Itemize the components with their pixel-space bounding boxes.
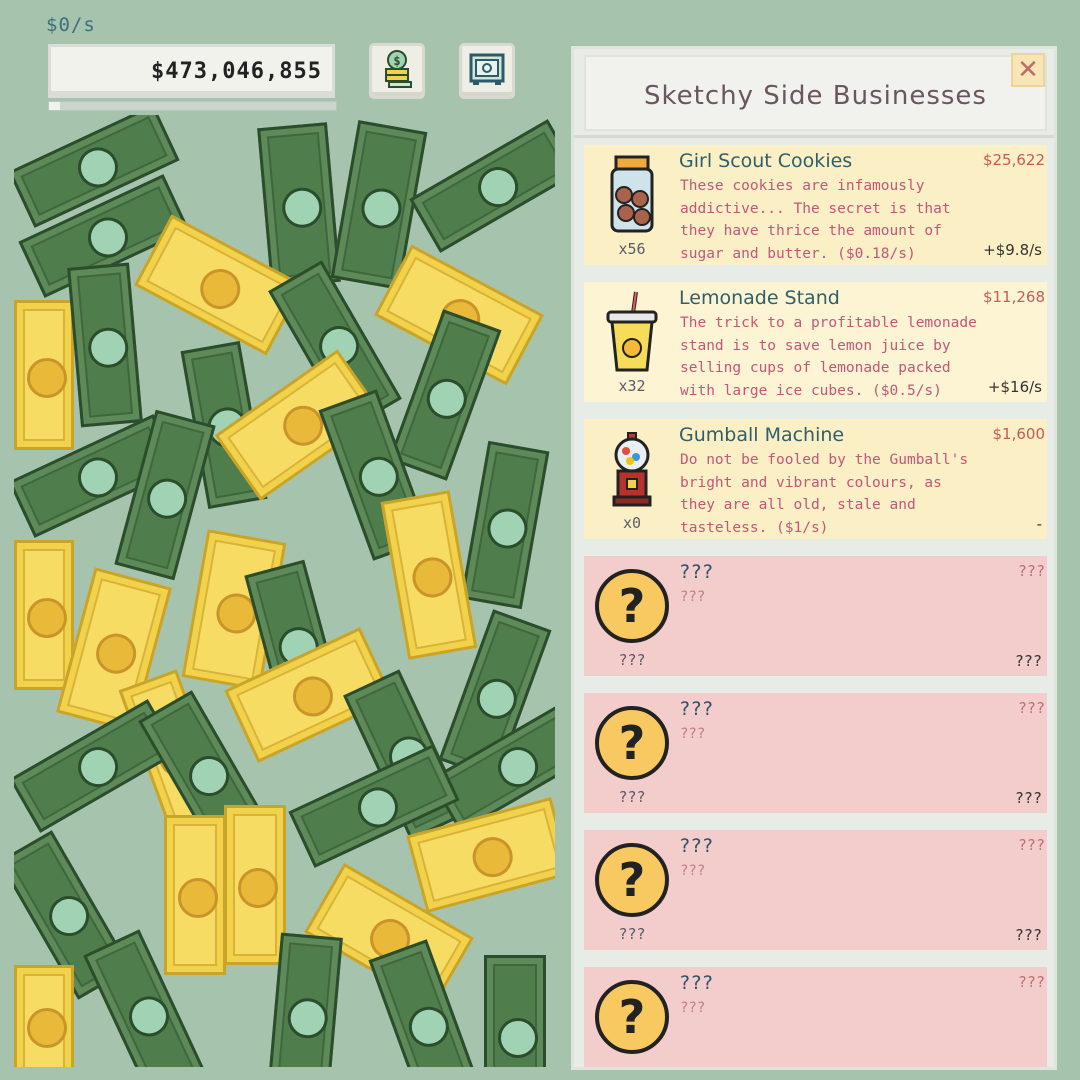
business-description: Do not be fooled by the Gumball's bright… [680,452,969,536]
lemonade-cup-icon [592,290,672,374]
money-bill [224,805,286,965]
business-name: ??? [679,698,714,720]
owned-count: x0 [622,514,642,532]
safe-button[interactable] [459,43,515,99]
business-price: ??? [1017,836,1045,854]
svg-text:$: $ [393,54,400,68]
money-bill [164,815,226,975]
question-mark-icon: ? [592,701,672,785]
panel-title: Sketchy Side Businesses [644,81,987,111]
money-pile-area[interactable] [14,115,555,1067]
business-price: $25,622 [982,151,1045,169]
progress-bar [48,101,337,111]
business-description: The trick to a profitable lemonade stand… [680,315,977,399]
money-total: $473,046,855 [151,59,322,84]
progress-fill [49,102,61,110]
money-bill [460,440,550,610]
money-bill [14,540,74,690]
income-gain: +$9.8/s [983,241,1042,259]
question-mark-icon: ? [592,564,672,648]
money-bill [14,965,74,1067]
business-price: ??? [1017,699,1045,717]
business-price: ??? [1017,562,1045,580]
business-card-locked[interactable]: ? ??? ??? ??? ??? ??? [584,693,1047,813]
business-price: ??? [1017,973,1045,991]
close-button[interactable]: ✕ [1011,53,1045,87]
business-name: ??? [679,835,714,857]
income-gain: ??? [1014,652,1042,670]
income-gain: +$16/s [987,378,1042,396]
business-card-gumball-machine[interactable]: x0 Gumball Machine $1,600 Do not be fool… [584,419,1047,539]
safe-icon [467,49,507,93]
owned-count: ??? [618,788,646,806]
coins-button[interactable]: $ [369,43,425,99]
money-bill [380,490,478,660]
business-description: ??? [680,1000,706,1016]
money-display: $473,046,855 [48,44,335,98]
business-description: ??? [680,589,706,605]
business-description: These cookies are infamously addictive..… [680,178,951,262]
income-rate-label: $0/s [46,14,96,36]
coin-stack-icon: $ [377,49,417,93]
business-name: Lemonade Stand [679,287,840,309]
owned-count: x56 [618,240,646,258]
business-price: $11,268 [982,288,1045,306]
money-bill [484,955,546,1067]
business-name: Gumball Machine [679,424,845,446]
question-mark-icon: ? [592,975,672,1059]
owned-count: x32 [618,377,646,395]
business-card-girl-scout-cookies[interactable]: x56 Girl Scout Cookies $25,622 These coo… [584,145,1047,265]
business-name: ??? [679,561,714,583]
gumball-machine-icon [592,427,672,511]
money-bill [368,939,482,1067]
owned-count: ??? [618,651,646,669]
business-card-locked[interactable]: ? ??? ??? ??? ??? ??? [584,556,1047,676]
income-gain: - [1036,515,1042,533]
income-gain: ??? [1014,926,1042,944]
money-bill [388,309,502,481]
money-bill [409,119,555,253]
business-name: Girl Scout Cookies [679,150,853,172]
question-mark-icon: ? [592,838,672,922]
business-card-locked[interactable]: ? ??? ??? ??? ??? ??? [584,830,1047,950]
money-bill [67,262,143,428]
business-card-locked[interactable]: ? ??? ??? ??? [584,967,1047,1067]
money-bill [257,122,341,288]
panel-header: Sketchy Side Businesses [584,55,1047,131]
business-card-lemonade-stand[interactable]: x32 Lemonade Stand $11,268 The trick to … [584,282,1047,402]
income-gain: ??? [1014,789,1042,807]
cookie-jar-icon [592,153,672,237]
money-bill [267,932,343,1067]
close-icon: ✕ [1017,55,1039,85]
business-description: ??? [680,863,706,879]
business-description: ??? [680,726,706,742]
business-price: $1,600 [992,425,1046,443]
owned-count: ??? [618,925,646,943]
panel-divider [574,135,1054,138]
money-bill [14,300,74,450]
business-name: ??? [679,972,714,994]
